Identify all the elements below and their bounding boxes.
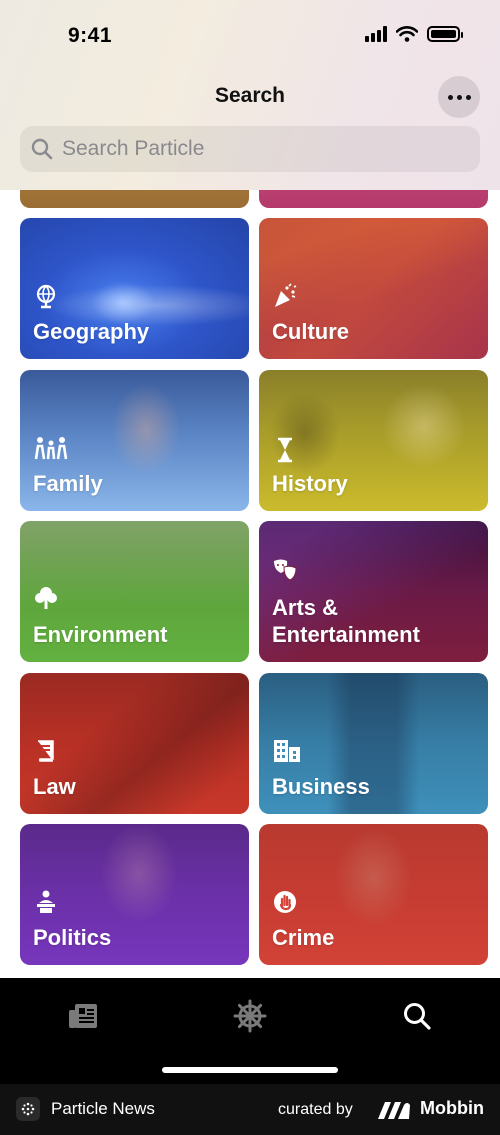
status-bar: 9:41 [0, 0, 500, 70]
category-tile-arts-entertainment[interactable]: Arts & Entertainment [259, 521, 488, 662]
hourglass-icon [278, 437, 292, 463]
cellular-signal-icon [365, 26, 387, 42]
page-title: Search [214, 84, 286, 107]
category-tile-crime[interactable]: Crime [259, 824, 488, 965]
mobbin-brand: Mobbin [420, 1098, 484, 1118]
search-icon [404, 1003, 431, 1030]
home-indicator [162, 1067, 338, 1073]
mobbin-logo-icon [378, 1102, 410, 1119]
battery-icon [427, 26, 463, 42]
category-label: Geography [33, 319, 150, 344]
book-icon [38, 740, 54, 762]
tab-search[interactable] [397, 996, 437, 1036]
party-popper-icon [275, 283, 297, 307]
tab-explore[interactable] [230, 996, 270, 1036]
category-label: Environment [33, 622, 168, 647]
attribution-footer: Particle News curated by Mobbin [0, 1084, 500, 1135]
category-label: Arts & Entertainment [272, 595, 420, 647]
search-input[interactable] [62, 137, 462, 161]
hand-stop-icon [274, 891, 296, 913]
category-label: Family [33, 471, 103, 496]
category-label: Crime [272, 925, 335, 950]
globe-icon [36, 284, 56, 309]
wifi-icon [396, 26, 418, 42]
more-dot-icon [465, 94, 471, 100]
more-dot-icon [447, 94, 453, 100]
more-options-button[interactable] [438, 76, 480, 118]
search-icon [31, 138, 53, 160]
family-icon [34, 437, 68, 460]
category-label: Law [33, 774, 76, 799]
category-tile-culture[interactable]: Culture [259, 218, 488, 359]
category-label: Business [272, 774, 370, 799]
category-tile-family[interactable]: Family [20, 370, 249, 511]
particle-logo-icon [16, 1097, 40, 1121]
more-dot-icon [456, 94, 462, 100]
category-tile-law[interactable]: Law [20, 673, 249, 814]
category-label: History [272, 471, 348, 496]
tab-bar [0, 978, 500, 1084]
app-name: Particle News [51, 1099, 155, 1118]
podium-icon [37, 890, 55, 913]
ship-wheel-icon [233, 999, 267, 1033]
status-time: 9:41 [68, 24, 113, 47]
category-tile-environment[interactable]: Environment [20, 521, 249, 662]
search-bar[interactable] [20, 126, 480, 172]
building-icon [274, 740, 300, 762]
curated-by-text: curated by [278, 1101, 353, 1118]
category-tile-history[interactable]: History [259, 370, 488, 511]
category-tile-geography[interactable]: Geography [20, 218, 249, 359]
category-tile-business[interactable]: Business [259, 673, 488, 814]
category-label: Politics [33, 925, 112, 950]
header: 9:41 Search [0, 0, 500, 190]
category-tile-politics[interactable]: Politics [20, 824, 249, 965]
tree-icon [35, 587, 57, 609]
category-label: Culture [272, 319, 349, 344]
newspaper-icon [69, 1004, 97, 1028]
theater-masks-icon [274, 559, 297, 581]
tab-news-feed[interactable] [63, 996, 103, 1036]
